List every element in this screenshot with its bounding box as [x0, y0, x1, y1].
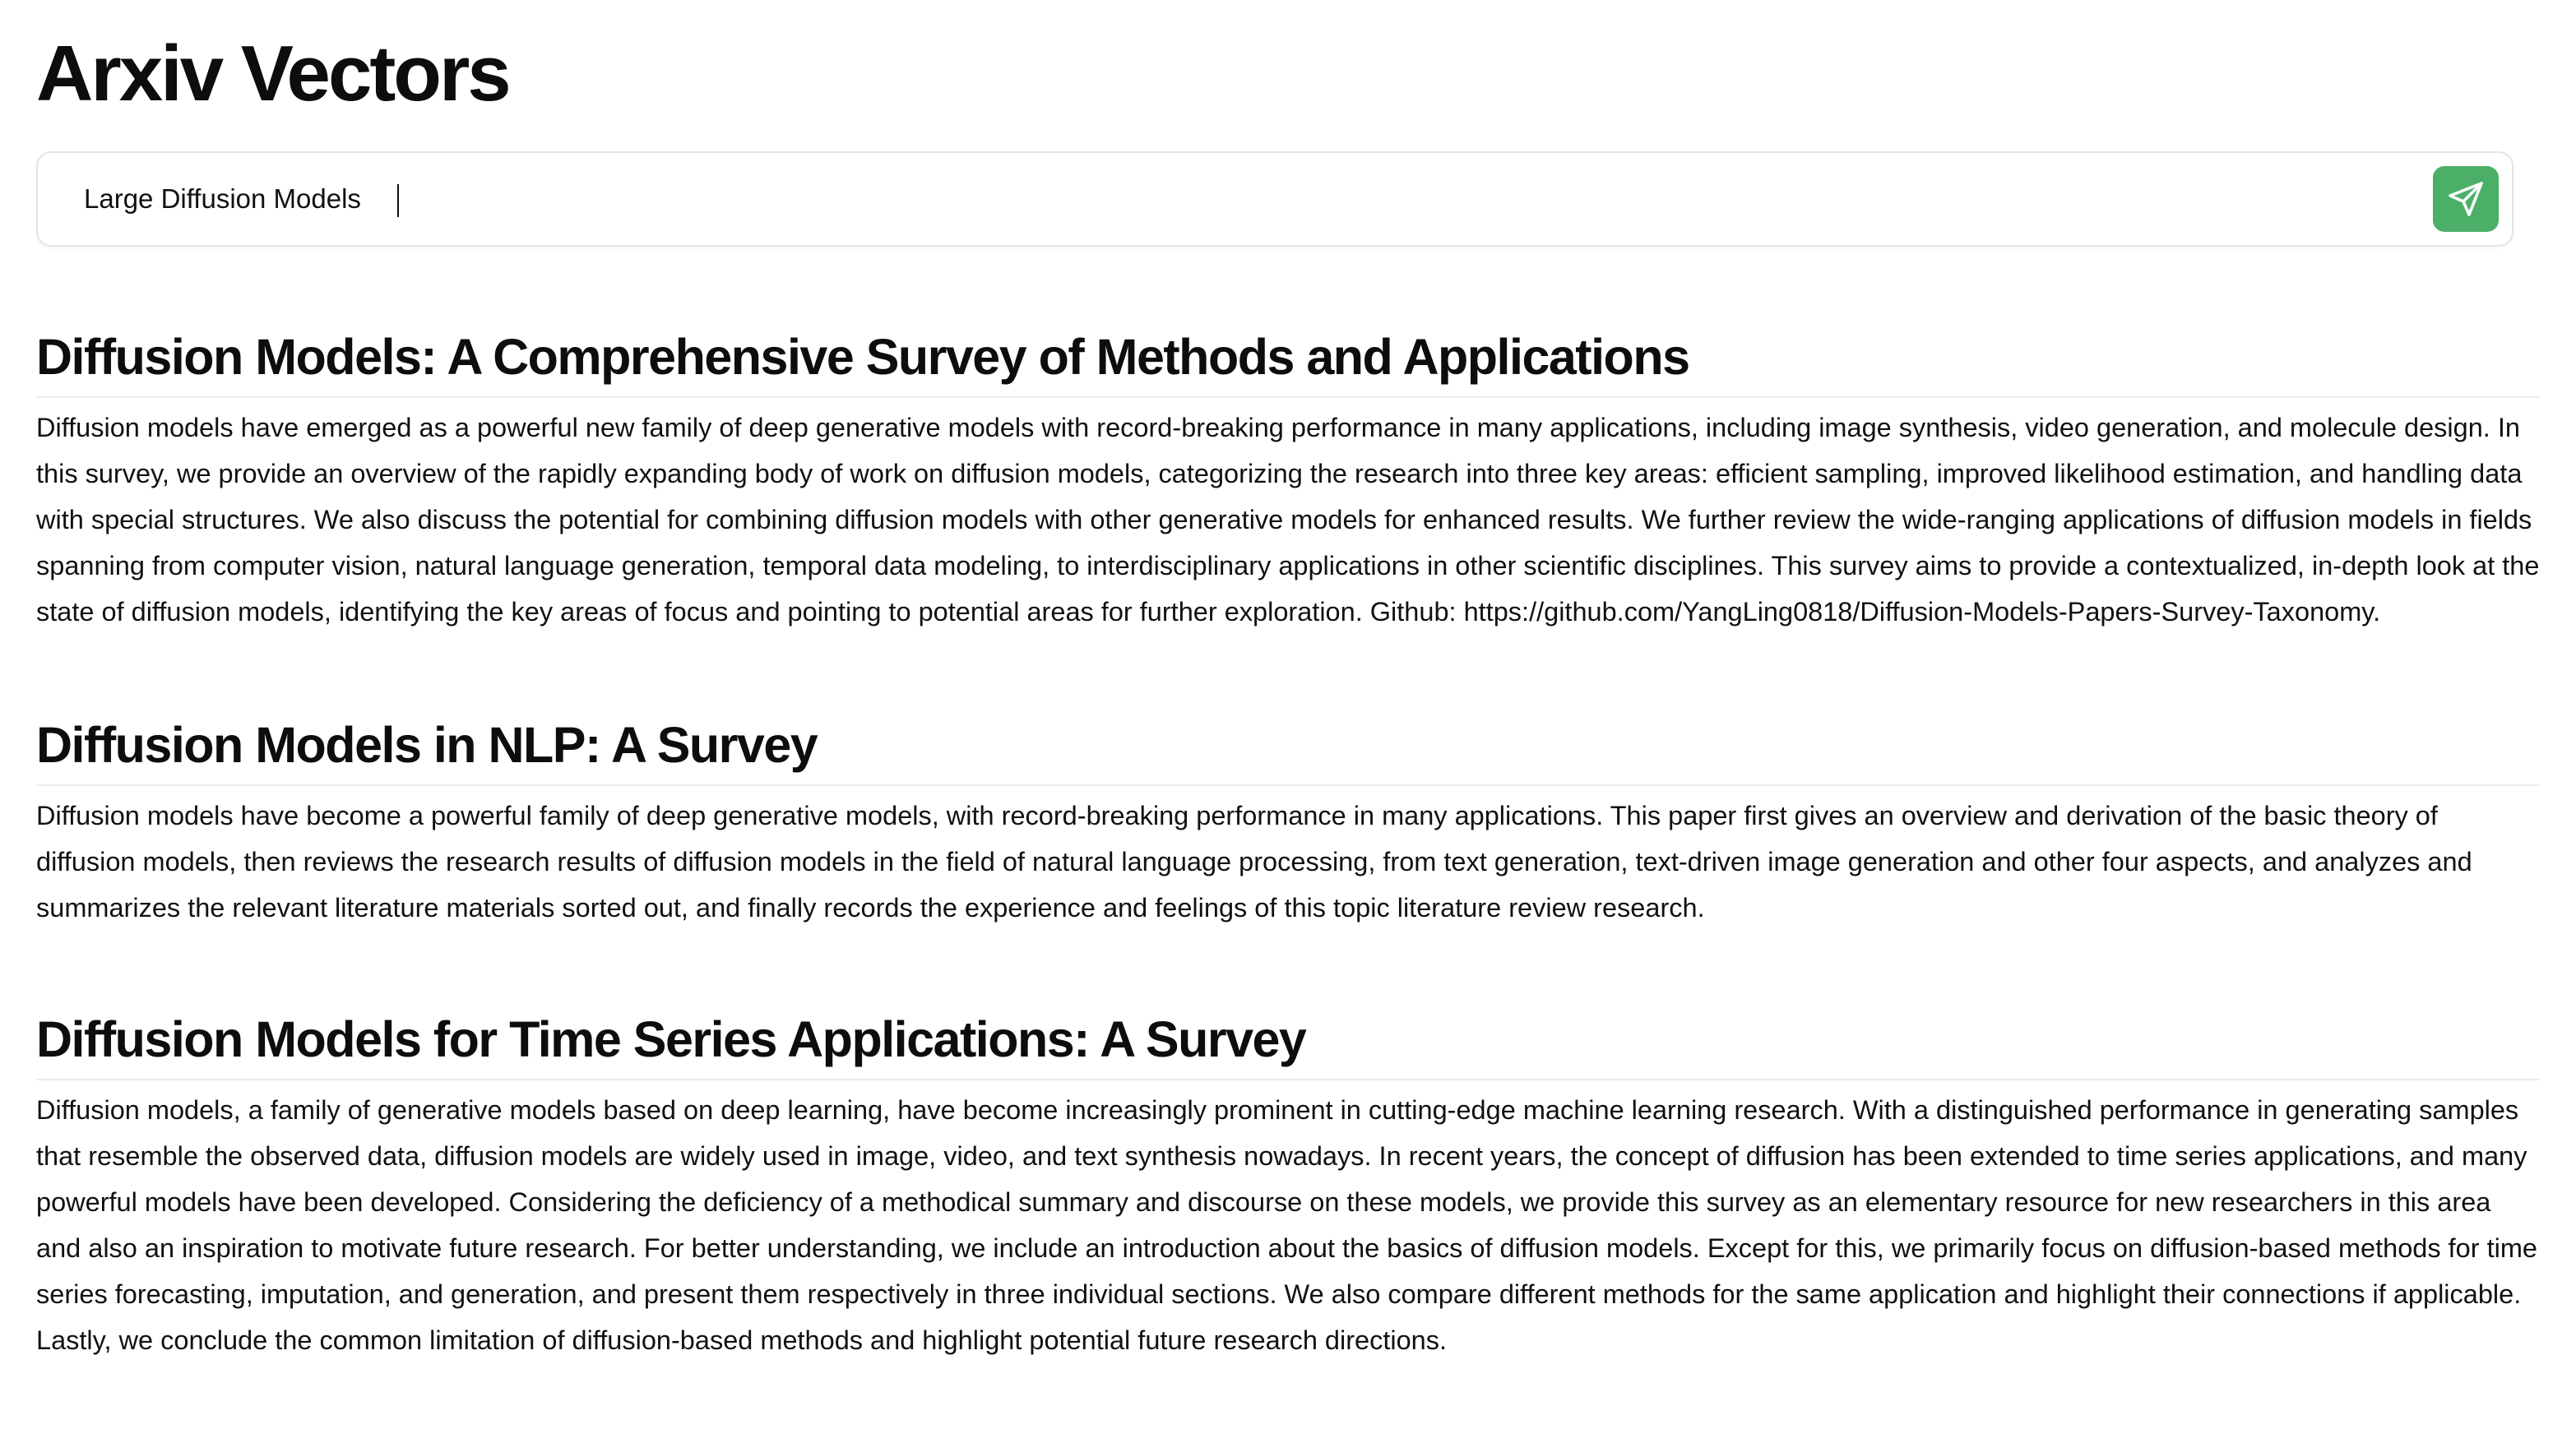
result-item: Diffusion Models: A Comprehensive Survey… [36, 329, 2540, 635]
results-list: Diffusion Models: A Comprehensive Survey… [36, 329, 2540, 1363]
result-title[interactable]: Diffusion Models: A Comprehensive Survey… [36, 329, 2540, 398]
page: Arxiv Vectors Diffusion Models: A Compre… [0, 0, 2576, 1363]
app-title: Arxiv Vectors [36, 30, 512, 118]
send-button[interactable] [2433, 166, 2499, 232]
result-title[interactable]: Diffusion Models in NLP: A Survey [36, 717, 2540, 786]
result-item: Diffusion Models in NLP: A Survey Diffus… [36, 717, 2540, 931]
search-bar [36, 151, 2513, 247]
result-item: Diffusion Models for Time Series Applica… [36, 1011, 2540, 1363]
result-title[interactable]: Diffusion Models for Time Series Applica… [36, 1011, 2540, 1080]
send-icon [2449, 182, 2483, 216]
result-abstract: Diffusion models have emerged as a power… [36, 413, 2540, 627]
text-cursor [397, 184, 399, 217]
search-input[interactable] [84, 153, 2387, 245]
result-abstract: Diffusion models, a family of generative… [36, 1095, 2538, 1355]
result-abstract: Diffusion models have become a powerful … [36, 801, 2472, 923]
